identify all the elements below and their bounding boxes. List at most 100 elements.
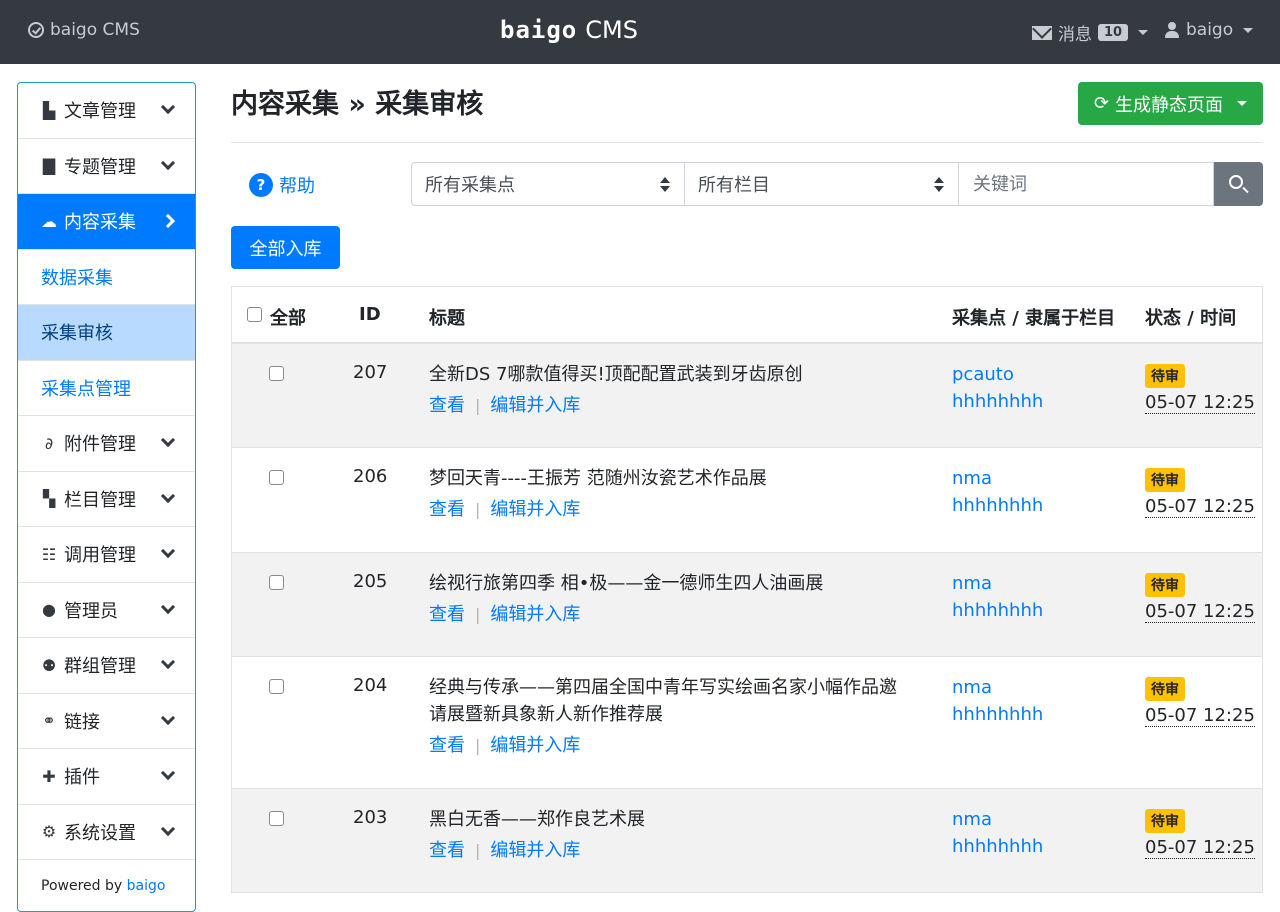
select-all-checkbox[interactable] bbox=[247, 307, 262, 322]
top-navbar: baigo CMS baigo CMS 消息 10 baigo bbox=[0, 0, 1280, 64]
row-id: 205 bbox=[353, 571, 388, 592]
search-button[interactable] bbox=[1214, 162, 1263, 206]
generate-static-pages-button[interactable]: ⟳ 生成静态页面 bbox=[1078, 82, 1263, 125]
chevron-down-icon bbox=[160, 654, 176, 670]
brand-logo: baigo CMS bbox=[500, 16, 638, 44]
page-title: 内容采集 » 采集审核 bbox=[231, 89, 484, 120]
puzzle-icon: ✚ bbox=[42, 766, 56, 786]
select-arrows-icon bbox=[934, 177, 944, 193]
status-badge: 待审 bbox=[1145, 677, 1185, 701]
keyword-input[interactable] bbox=[959, 162, 1214, 206]
source-select[interactable]: 所有采集点 bbox=[411, 162, 685, 206]
view-link[interactable]: 查看 bbox=[429, 604, 465, 625]
column-link[interactable]: hhhhhhhh bbox=[952, 388, 1043, 415]
user-dropdown[interactable]: baigo bbox=[1164, 20, 1254, 40]
column-link[interactable]: hhhhhhhh bbox=[952, 597, 1043, 624]
stack-icon: ▚ bbox=[42, 489, 56, 509]
messages-count-badge: 10 bbox=[1098, 24, 1129, 41]
row-actions: 查看 | 编辑并入库 bbox=[429, 731, 580, 757]
chevron-down-icon bbox=[160, 432, 176, 448]
sidebar-item-links[interactable]: ⚭ 链接 bbox=[18, 694, 195, 749]
row-source: pcauto hhhhhhhh bbox=[952, 361, 1043, 415]
brand-logo-text: baigo bbox=[500, 16, 578, 44]
messages-dropdown[interactable]: 消息 10 bbox=[1032, 20, 1149, 45]
row-title: 经典与传承——第四届全国中青年写实绘画名家小幅作品邀 请展暨新具象新人新作推荐展 bbox=[429, 674, 929, 728]
import-all-button[interactable]: 全部入库 bbox=[231, 226, 340, 269]
edit-import-link[interactable]: 编辑并入库 bbox=[490, 735, 580, 756]
column-link[interactable]: hhhhhhhh bbox=[952, 492, 1043, 519]
chevron-down-icon bbox=[160, 821, 176, 836]
users-icon: ⚉ bbox=[41, 655, 57, 675]
sidebar-item-groups[interactable]: ⚉ 群组管理 bbox=[18, 638, 195, 694]
row-checkbox[interactable] bbox=[269, 575, 284, 590]
column-link[interactable]: hhhhhhhh bbox=[952, 701, 1043, 728]
row-checkbox[interactable] bbox=[269, 470, 284, 485]
sidebar-item-columns[interactable]: ▚ 栏目管理 bbox=[18, 472, 195, 527]
source-link[interactable]: nma bbox=[952, 570, 1043, 597]
view-link[interactable]: 查看 bbox=[429, 395, 465, 416]
row-actions: 查看 | 编辑并入库 bbox=[429, 600, 580, 626]
sidebar-item-calls[interactable]: ☷ 调用管理 bbox=[18, 527, 195, 583]
sidebar-subitem-gather-sources[interactable]: 采集点管理 bbox=[18, 361, 195, 416]
sidebar-item-label: 调用管理 bbox=[64, 545, 136, 567]
powered-by-link[interactable]: baigo bbox=[127, 878, 166, 894]
source-link[interactable]: nma bbox=[952, 674, 1043, 701]
status-badge: 待审 bbox=[1145, 468, 1185, 492]
header-status: 状态 / 时间 bbox=[1145, 308, 1237, 329]
sidebar-item-label: 附件管理 bbox=[64, 434, 136, 456]
generate-static-pages-label: 生成静态页面 bbox=[1115, 94, 1224, 116]
row-checkbox[interactable] bbox=[269, 366, 284, 381]
sidebar-subitem-gather-review[interactable]: 采集审核 bbox=[18, 305, 195, 361]
edit-import-link[interactable]: 编辑并入库 bbox=[490, 395, 580, 416]
chevron-down-icon bbox=[160, 543, 176, 559]
source-link[interactable]: pcauto bbox=[952, 361, 1043, 388]
sidebar-item-label: 栏目管理 bbox=[64, 489, 136, 511]
sidebar-subitem-data-gather[interactable]: 数据采集 bbox=[18, 250, 195, 305]
sidebar-item-label: 系统设置 bbox=[64, 822, 136, 844]
source-link[interactable]: nma bbox=[952, 465, 1043, 492]
row-status: 待审 05-07 12:25 bbox=[1145, 677, 1255, 727]
user-icon bbox=[1164, 22, 1180, 38]
view-link[interactable]: 查看 bbox=[429, 499, 465, 520]
edit-import-link[interactable]: 编辑并入库 bbox=[490, 840, 580, 861]
row-id: 206 bbox=[353, 466, 388, 487]
sidebar-item-topics[interactable]: ▇ 专题管理 bbox=[18, 139, 195, 194]
row-actions: 查看 | 编辑并入库 bbox=[429, 495, 580, 521]
table-row: 203 黑白无香——郑作良艺术展 查看 | 编辑并入库 nma hhhhhhhh 待… bbox=[232, 789, 1262, 893]
sidebar-item-articles[interactable]: ▙ 文章管理 bbox=[18, 83, 195, 139]
search-icon bbox=[1229, 175, 1243, 189]
status-badge: 待审 bbox=[1145, 573, 1185, 597]
powered-by-prefix: Powered by bbox=[41, 878, 123, 894]
caret-down-icon bbox=[1243, 27, 1254, 33]
view-link[interactable]: 查看 bbox=[429, 735, 465, 756]
table-header: 全部 ID 标题 采集点 / 隶属于栏目 状态 / 时间 bbox=[232, 287, 1262, 344]
sidebar-item-admins[interactable]: ● 管理员 bbox=[18, 583, 195, 638]
baigo-logo-icon bbox=[28, 22, 44, 38]
filter-bar: 所有采集点 所有栏目 bbox=[411, 162, 1263, 206]
row-checkbox[interactable] bbox=[269, 811, 284, 826]
powered-by: Powered by baigo bbox=[18, 860, 195, 894]
chevron-down-icon bbox=[160, 599, 176, 614]
row-title: 黑白无香——郑作良艺术展 bbox=[429, 809, 645, 830]
user-icon: ● bbox=[42, 600, 56, 620]
edit-import-link[interactable]: 编辑并入库 bbox=[490, 604, 580, 625]
edit-import-link[interactable]: 编辑并入库 bbox=[490, 499, 580, 520]
header-divider bbox=[231, 142, 1263, 143]
brand-link[interactable]: baigo CMS bbox=[28, 20, 140, 40]
source-select-value: 所有采集点 bbox=[425, 175, 515, 196]
source-link[interactable]: nma bbox=[952, 806, 1043, 833]
view-link[interactable]: 查看 bbox=[429, 840, 465, 861]
link-icon: ⚭ bbox=[42, 711, 56, 731]
column-link[interactable]: hhhhhhhh bbox=[952, 833, 1043, 860]
row-status: 待审 05-07 12:25 bbox=[1145, 364, 1255, 414]
column-select[interactable]: 所有栏目 bbox=[685, 162, 959, 206]
sidebar-item-attachments[interactable]: ∂ 附件管理 bbox=[18, 416, 195, 472]
help-link[interactable]: ? 帮助 bbox=[249, 172, 315, 198]
chevron-down-icon bbox=[160, 488, 176, 503]
row-checkbox[interactable] bbox=[269, 679, 284, 694]
sidebar-item-settings[interactable]: ⚙ 系统设置 bbox=[18, 805, 195, 860]
sidebar-item-gather[interactable]: ☁ 内容采集 bbox=[18, 194, 195, 250]
envelope-icon bbox=[1032, 25, 1052, 40]
row-id: 203 bbox=[353, 807, 388, 828]
sidebar-item-plugins[interactable]: ✚ 插件 bbox=[18, 749, 195, 805]
